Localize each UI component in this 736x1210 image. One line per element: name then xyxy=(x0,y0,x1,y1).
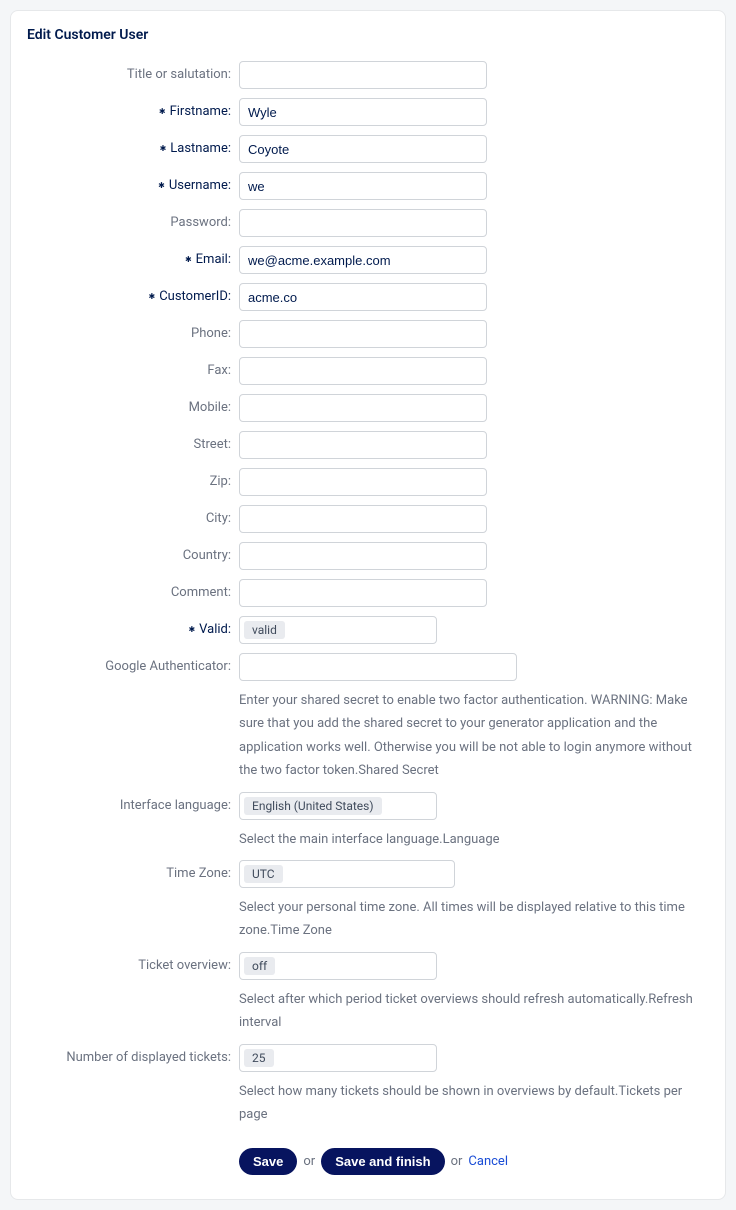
row-mobile: Mobile: xyxy=(27,394,709,422)
label-tz: Time Zone: xyxy=(27,860,239,881)
mobile-input[interactable] xyxy=(239,394,487,422)
row-lang: Interface language: English (United Stat… xyxy=(27,792,709,851)
fax-input[interactable] xyxy=(239,357,487,385)
label-customerid: CustomerID: xyxy=(27,283,239,304)
edit-customer-user-panel: Edit Customer User Title or salutation: … xyxy=(10,10,726,1200)
country-input[interactable] xyxy=(239,542,487,570)
cancel-link[interactable]: Cancel xyxy=(468,1154,508,1169)
actions-row: Save or Save and finish or Cancel xyxy=(239,1148,709,1175)
valid-select[interactable]: valid xyxy=(239,616,437,644)
or-separator-2: or xyxy=(451,1154,463,1169)
row-phone: Phone: xyxy=(27,320,709,348)
label-fax: Fax: xyxy=(27,357,239,378)
label-phone: Phone: xyxy=(27,320,239,341)
label-ticket-overview: Ticket overview: xyxy=(27,952,239,973)
tz-select[interactable]: UTC xyxy=(239,860,455,888)
label-city: City: xyxy=(27,505,239,526)
save-button[interactable]: Save xyxy=(239,1148,297,1175)
lang-help: Select the main interface language.Langu… xyxy=(239,828,709,851)
or-separator-1: or xyxy=(303,1154,315,1169)
num-tickets-help: Select how many tickets should be shown … xyxy=(239,1080,709,1127)
row-password: Password: xyxy=(27,209,709,237)
row-comment: Comment: xyxy=(27,579,709,607)
gauth-help: Enter your shared secret to enable two f… xyxy=(239,689,709,783)
firstname-input[interactable] xyxy=(239,98,487,126)
row-valid: Valid: valid xyxy=(27,616,709,644)
label-mobile: Mobile: xyxy=(27,394,239,415)
row-tz: Time Zone: UTC Select your personal time… xyxy=(27,860,709,943)
ticket-overview-help: Select after which period ticket overvie… xyxy=(239,988,709,1035)
label-lastname: Lastname: xyxy=(27,135,239,156)
row-num-tickets: Number of displayed tickets: 25 Select h… xyxy=(27,1044,709,1127)
password-input[interactable] xyxy=(239,209,487,237)
num-tickets-select[interactable]: 25 xyxy=(239,1044,437,1072)
label-zip: Zip: xyxy=(27,468,239,489)
num-tickets-selected-value: 25 xyxy=(244,1049,274,1067)
row-street: Street: xyxy=(27,431,709,459)
label-country: Country: xyxy=(27,542,239,563)
comment-input[interactable] xyxy=(239,579,487,607)
row-zip: Zip: xyxy=(27,468,709,496)
street-input[interactable] xyxy=(239,431,487,459)
row-firstname: Firstname: xyxy=(27,98,709,126)
row-country: Country: xyxy=(27,542,709,570)
row-username: Username: xyxy=(27,172,709,200)
label-email: Email: xyxy=(27,246,239,267)
row-lastname: Lastname: xyxy=(27,135,709,163)
title-input[interactable] xyxy=(239,61,487,89)
label-valid: Valid: xyxy=(27,616,239,637)
tz-help: Select your personal time zone. All time… xyxy=(239,896,709,943)
label-lang: Interface language: xyxy=(27,792,239,813)
label-num-tickets: Number of displayed tickets: xyxy=(27,1044,239,1065)
phone-input[interactable] xyxy=(239,320,487,348)
username-input[interactable] xyxy=(239,172,487,200)
ticket-overview-selected-value: off xyxy=(244,957,275,975)
label-street: Street: xyxy=(27,431,239,452)
zip-input[interactable] xyxy=(239,468,487,496)
row-city: City: xyxy=(27,505,709,533)
save-and-finish-button[interactable]: Save and finish xyxy=(321,1148,444,1175)
panel-title: Edit Customer User xyxy=(27,27,709,43)
row-title: Title or salutation: xyxy=(27,61,709,89)
row-email: Email: xyxy=(27,246,709,274)
row-gauth: Google Authenticator: Enter your shared … xyxy=(27,653,709,783)
customerid-input[interactable] xyxy=(239,283,487,311)
city-input[interactable] xyxy=(239,505,487,533)
label-title: Title or salutation: xyxy=(27,61,239,82)
gauth-input[interactable] xyxy=(239,653,517,681)
label-username: Username: xyxy=(27,172,239,193)
email-input[interactable] xyxy=(239,246,487,274)
row-fax: Fax: xyxy=(27,357,709,385)
label-comment: Comment: xyxy=(27,579,239,600)
label-firstname: Firstname: xyxy=(27,98,239,119)
valid-selected-value: valid xyxy=(244,621,285,639)
label-password: Password: xyxy=(27,209,239,230)
row-customerid: CustomerID: xyxy=(27,283,709,311)
tz-selected-value: UTC xyxy=(244,865,283,883)
lang-select[interactable]: English (United States) xyxy=(239,792,437,820)
lastname-input[interactable] xyxy=(239,135,487,163)
row-ticket-overview: Ticket overview: off Select after which … xyxy=(27,952,709,1035)
label-gauth: Google Authenticator: xyxy=(27,653,239,674)
lang-selected-value: English (United States) xyxy=(244,797,382,815)
